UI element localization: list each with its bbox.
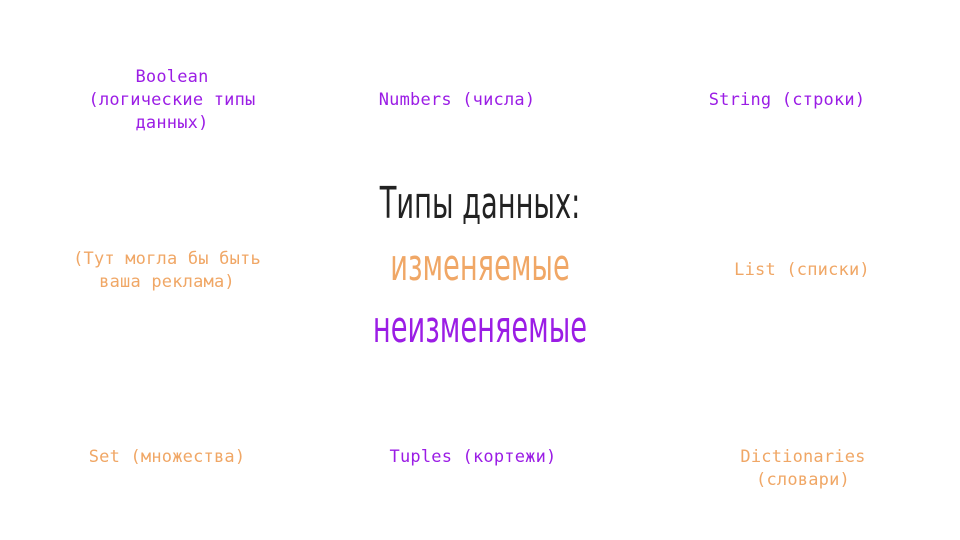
slide-title: Типы данных:	[379, 178, 581, 229]
list-label: List (списки)	[734, 260, 870, 280]
tuples-label: Tuples (кортежи)	[389, 447, 557, 467]
string-label: String (строки)	[708, 90, 866, 110]
slide: Boolean (логические типы данных) Numbers…	[0, 0, 960, 540]
mutable-heading: изменяемые	[390, 240, 570, 291]
dictionaries-label: Dictionaries (словари)	[740, 447, 866, 490]
boolean-label: Boolean (логические типы данных)	[88, 67, 256, 133]
immutable-heading: неизменяемые	[372, 302, 588, 353]
numbers-label: Numbers (числа)	[378, 90, 536, 110]
ad-label: (Тут могла бы быть ваша реклама)	[73, 249, 261, 292]
set-label: Set (множества)	[88, 447, 246, 467]
